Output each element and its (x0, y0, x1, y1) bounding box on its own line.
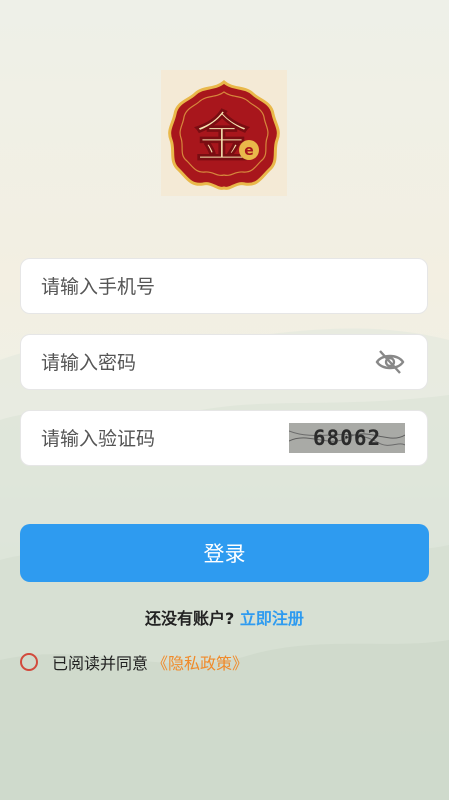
agreement-text: 已阅读并同意 (52, 654, 149, 673)
captcha-code: 68062 (312, 426, 382, 450)
agreement-row: 已阅读并同意 《隐私政策》 (20, 648, 248, 676)
phone-input[interactable] (39, 259, 343, 315)
svg-text:金: 金 (194, 105, 250, 169)
password-field[interactable] (20, 334, 428, 391)
register-prompt: 还没有账户? (145, 609, 235, 628)
agree-radio[interactable] (20, 653, 38, 671)
app-logo: 金 e (161, 70, 287, 196)
captcha-input[interactable] (39, 411, 283, 467)
captcha-image[interactable]: 68062 (289, 423, 405, 453)
register-row: 还没有账户? 立即注册 (0, 605, 449, 629)
captcha-field[interactable]: 68062 (20, 410, 428, 467)
phone-field[interactable] (20, 258, 428, 315)
register-link[interactable]: 立即注册 (240, 609, 304, 628)
login-button[interactable]: 登录 (20, 524, 429, 582)
eye-hidden-icon[interactable] (375, 349, 405, 375)
svg-text:e: e (244, 143, 254, 159)
privacy-policy-link[interactable]: 《隐私政策》 (152, 650, 248, 674)
password-input[interactable] (39, 335, 343, 391)
